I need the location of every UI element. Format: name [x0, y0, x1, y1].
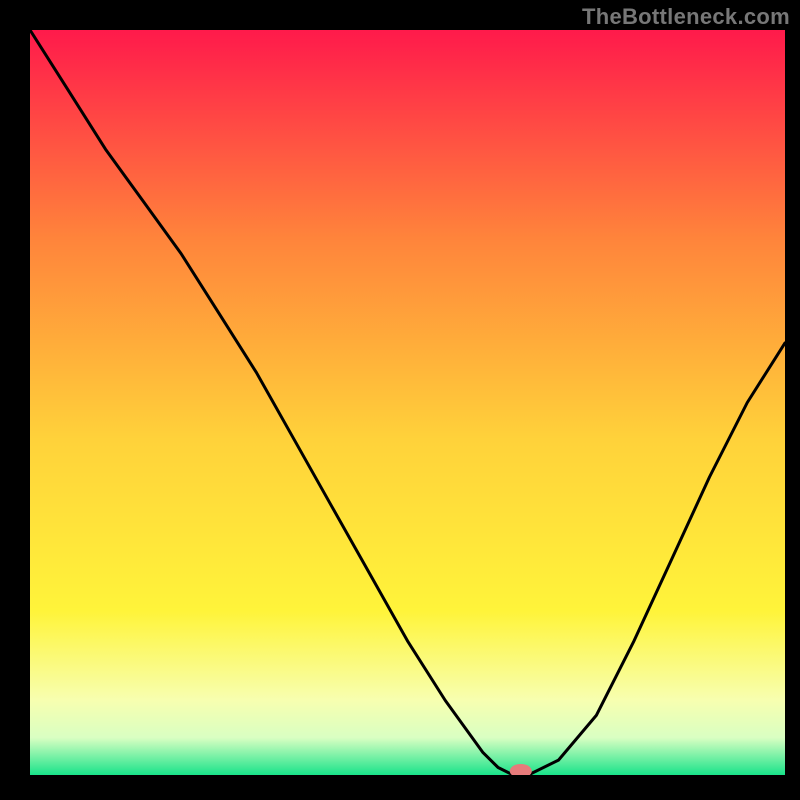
gradient-background	[30, 30, 785, 775]
chart-svg	[30, 30, 785, 775]
plot-area	[30, 30, 785, 775]
watermark-text: TheBottleneck.com	[582, 4, 790, 30]
chart-frame: TheBottleneck.com	[0, 0, 800, 800]
